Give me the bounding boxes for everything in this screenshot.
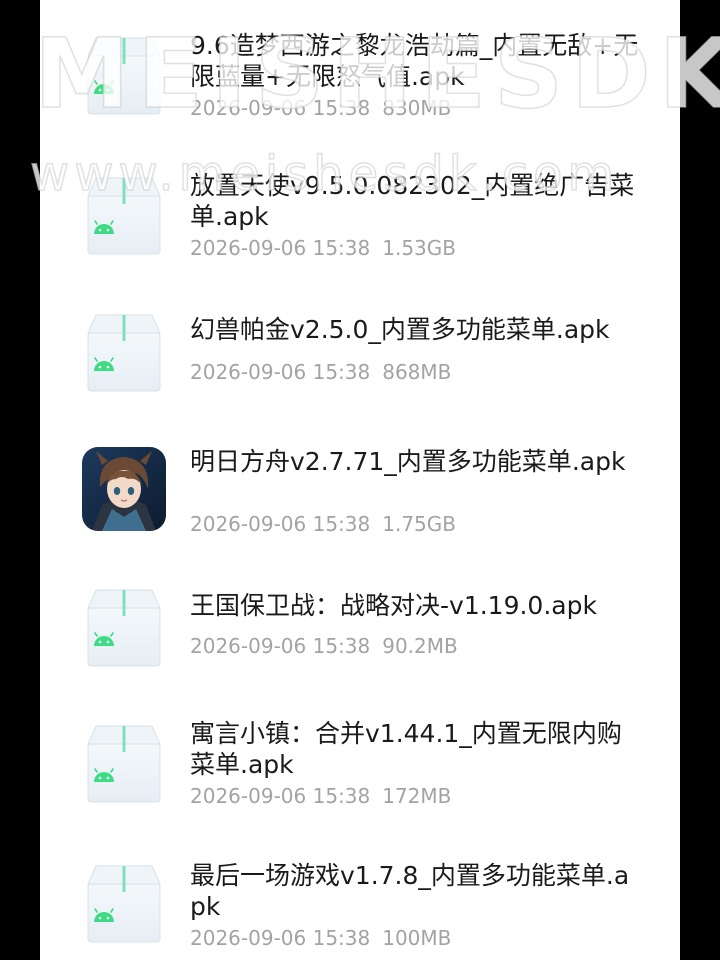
file-name: 9.6造梦西游之黎龙浩劫篇_内置无敌+无限蓝量+无限怒气值.apk xyxy=(190,31,639,91)
android-apk-icon xyxy=(82,34,166,118)
file-meta: 2026-09-06 15:38 1.75GB xyxy=(190,512,456,536)
apk-box-graphic xyxy=(87,177,161,255)
file-date: 2026-09-06 15:38 xyxy=(190,512,371,536)
file-name: 放置天使v9.5.0.082302_内置绝广告菜单.apk xyxy=(190,171,635,231)
android-apk-icon xyxy=(82,586,166,670)
game-app-icon xyxy=(82,447,166,531)
file-meta: 2026-09-06 15:38 172MB xyxy=(190,784,451,808)
file-size: 1.53GB xyxy=(382,236,456,260)
file-list-item[interactable]: 9.6造梦西游之黎龙浩劫篇_内置无敌+无限蓝量+无限怒气值.apk 2026-0… xyxy=(40,0,680,140)
file-meta: 2026-09-06 15:38 868MB xyxy=(190,360,451,384)
file-meta: 2026-09-06 15:38 1.53GB xyxy=(190,236,456,260)
file-date: 2026-09-06 15:38 xyxy=(190,360,371,384)
file-date: 2026-09-06 15:38 xyxy=(190,634,371,658)
file-name: 明日方舟v2.7.71_内置多功能菜单.apk xyxy=(190,447,626,476)
file-meta: 2026-09-06 15:38 90.2MB xyxy=(190,634,458,658)
file-size: 100MB xyxy=(382,926,452,950)
apk-box-graphic xyxy=(87,314,161,392)
file-size: 1.75GB xyxy=(382,512,456,536)
file-list-item[interactable]: 幻兽帕金v2.5.0_内置多功能菜单.apk 2026-09-06 15:38 8… xyxy=(40,280,680,420)
file-size: 172MB xyxy=(382,784,452,808)
apk-box-graphic xyxy=(87,865,161,943)
android-apk-icon xyxy=(82,862,166,946)
file-name: 王国保卫战：战略对决-v1.19.0.apk xyxy=(190,591,597,620)
file-name: 最后一场游戏v1.7.8_内置多功能菜单.apk xyxy=(190,861,630,921)
file-list-item[interactable]: 寓言小镇：合并v1.44.1_内置无限内购菜单.apk 2026-09-06 1… xyxy=(40,700,680,840)
file-list-item[interactable]: 最后一场游戏v1.7.8_内置多功能菜单.apk 2026-09-06 15:3… xyxy=(40,840,680,960)
file-list: 9.6造梦西游之黎龙浩劫篇_内置无敌+无限蓝量+无限怒气值.apk 2026-0… xyxy=(40,0,680,960)
android-apk-icon xyxy=(82,311,166,395)
file-list-item[interactable]: 明日方舟v2.7.71_内置多功能菜单.apk 2026-09-06 15:38… xyxy=(40,420,680,560)
file-list-item[interactable]: 放置天使v9.5.0.082302_内置绝广告菜单.apk 2026-09-06… xyxy=(40,140,680,280)
apk-box-graphic xyxy=(87,37,161,115)
file-date: 2026-09-06 15:38 xyxy=(190,926,371,950)
android-apk-icon xyxy=(82,174,166,258)
file-size: 868MB xyxy=(382,360,452,384)
file-date: 2026-09-06 15:38 xyxy=(190,236,371,260)
file-meta: 2026-09-06 15:38 830MB xyxy=(190,96,451,120)
apk-box-graphic xyxy=(87,589,161,667)
file-date: 2026-09-06 15:38 xyxy=(190,96,371,120)
file-date: 2026-09-06 15:38 xyxy=(190,784,371,808)
file-meta: 2026-09-06 15:38 100MB xyxy=(190,926,451,950)
android-apk-icon xyxy=(82,722,166,806)
game-app-icon-image xyxy=(82,447,166,531)
file-size: 90.2MB xyxy=(382,634,458,658)
file-list-item[interactable]: 王国保卫战：战略对决-v1.19.0.apk 2026-09-06 15:38 9… xyxy=(40,560,680,700)
file-size: 830MB xyxy=(382,96,452,120)
file-name: 幻兽帕金v2.5.0_内置多功能菜单.apk xyxy=(190,315,610,344)
file-name: 寓言小镇：合并v1.44.1_内置无限内购菜单.apk xyxy=(190,719,622,779)
apk-box-graphic xyxy=(87,725,161,803)
